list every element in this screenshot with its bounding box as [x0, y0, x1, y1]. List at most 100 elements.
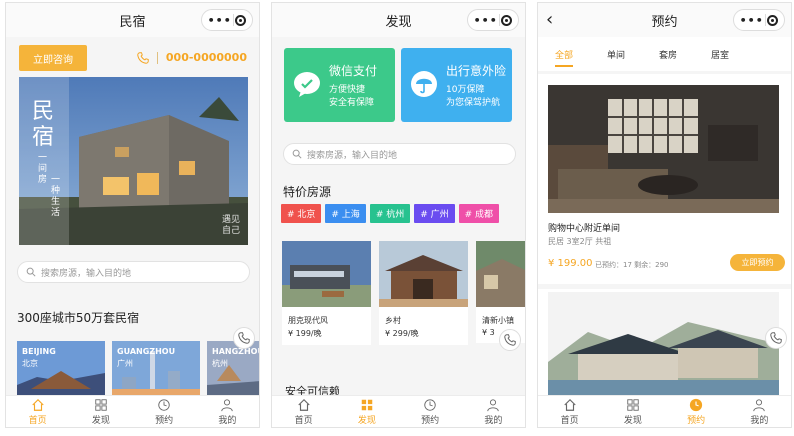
float-call-button[interactable]: [765, 327, 787, 349]
booking-listing[interactable]: 购物中心附近单间 民居 3室2厅 共祖 ¥ 199.00 已预约：17 剩余：2…: [538, 74, 791, 284]
close-circle-icon[interactable]: [767, 14, 779, 26]
home-icon: [31, 398, 44, 411]
hero-stamp: 遇见自己: [221, 215, 240, 236]
home-icon: [297, 398, 310, 411]
screen-discover: 发现 ••• 微信支付 方便快捷 安全有保障 出行意外险 10万保障 为您保驾护…: [271, 2, 526, 428]
tab-bar: 首页 发现 预约 我的: [538, 395, 791, 427]
tab-label: 发现: [357, 415, 376, 426]
tab-label: 首页: [28, 415, 47, 426]
tab-label: 我的: [218, 415, 237, 426]
city-name-zh: 广州: [117, 359, 133, 368]
tab-home[interactable]: 首页: [6, 396, 69, 427]
filter-apartment[interactable]: 居室: [711, 37, 729, 71]
phone-number: 000-0000000: [165, 51, 247, 64]
tab-discover[interactable]: 发现: [335, 396, 398, 427]
listing-card[interactable]: 清新小镇 ¥ 3: [476, 241, 525, 343]
city-card[interactable]: BEIJING 北京: [17, 341, 105, 397]
city-card[interactable]: HANGZHOU 杭州: [207, 341, 260, 397]
grid-icon: [95, 398, 107, 411]
search-input[interactable]: 搜索房源，输入目的地: [17, 261, 250, 283]
back-arrow-icon[interactable]: ‹: [546, 9, 553, 31]
phone-icon: [137, 51, 149, 64]
tag-hangzhou[interactable]: # 杭州: [369, 204, 411, 223]
hero-subtitle-left: 一间房: [38, 153, 48, 185]
tab-label: 发现: [623, 415, 642, 426]
tab-discover[interactable]: 发现: [69, 396, 132, 427]
hotline[interactable]: 000-0000000: [137, 51, 247, 64]
city-tags: # 北京 # 上海 # 杭州 # 广州 # 成都: [281, 204, 503, 223]
city-name-en: HANGZHOU: [212, 347, 260, 356]
tab-home[interactable]: 首页: [538, 396, 601, 427]
more-icon[interactable]: •••: [474, 15, 498, 26]
umbrella-icon: [411, 71, 437, 97]
grid-icon: [627, 398, 639, 411]
promo-wechat-pay[interactable]: 微信支付 方便快捷 安全有保障: [284, 48, 395, 122]
listing-card[interactable]: 乡村 ¥ 299/晚: [379, 241, 468, 345]
section-title: 特价房源: [283, 185, 332, 199]
phone-icon: [770, 332, 782, 344]
tab-bar: 首页 发现 预约 我的: [272, 395, 525, 427]
page-title: 民宿: [119, 14, 146, 30]
close-circle-icon[interactable]: [235, 14, 247, 26]
listing-stats: 已预约：17 剩余：290: [595, 261, 669, 269]
listing-image: [548, 85, 779, 213]
filter-suite[interactable]: 套房: [659, 37, 677, 71]
city-name-en: BEIJING: [22, 347, 56, 356]
filter-all[interactable]: 全部: [555, 37, 574, 71]
tab-booking[interactable]: 预约: [133, 396, 196, 427]
tab-profile[interactable]: 我的: [728, 396, 791, 427]
promo-line2: 安全有保障: [329, 98, 375, 108]
book-now-button[interactable]: 立即预约: [730, 254, 785, 271]
title-bar: ‹ 预约 •••: [538, 3, 791, 37]
tab-label: 预约: [687, 415, 706, 426]
search-placeholder: 搜索房源，输入目的地: [307, 150, 398, 161]
promo-title: 微信支付: [329, 64, 378, 78]
mini-program-capsule[interactable]: •••: [201, 9, 253, 31]
tab-bar: 首页 发现 预约 我的: [6, 395, 259, 427]
listing-image: [476, 241, 525, 307]
tab-profile[interactable]: 我的: [196, 396, 259, 427]
screen-home: 民宿 ••• 立即咨询 000-0000000 民 宿 一间房 一种生活 遇见自…: [5, 2, 260, 428]
close-circle-icon[interactable]: [501, 14, 513, 26]
user-icon: [753, 398, 766, 411]
mini-program-capsule[interactable]: •••: [733, 9, 785, 31]
filter-tabs: 全部 单间 套房 居室: [538, 37, 791, 71]
tab-booking[interactable]: 预约: [399, 396, 462, 427]
consult-button[interactable]: 立即咨询: [19, 45, 87, 71]
capsule-divider: [233, 14, 235, 26]
search-icon: [26, 267, 36, 277]
promo-insurance[interactable]: 出行意外险 10万保障 为您保驾护航: [401, 48, 512, 122]
booking-listing[interactable]: [538, 289, 791, 399]
screen-booking: ‹ 预约 ••• 全部 单间 套房 居室 购物中心附近单间 民居 3室2厅 共祖…: [537, 2, 792, 428]
tab-home[interactable]: 首页: [272, 396, 335, 427]
tab-label: 我的: [484, 415, 503, 426]
more-icon[interactable]: •••: [740, 15, 764, 26]
page-title: 发现: [385, 14, 412, 30]
filter-single-room[interactable]: 单间: [607, 37, 625, 71]
hero-banner[interactable]: 民 宿 一间房 一种生活 遇见自己: [19, 77, 248, 245]
promo-title: 出行意外险: [446, 64, 507, 78]
more-icon[interactable]: •••: [208, 15, 232, 26]
hotline-divider: [156, 51, 158, 64]
tag-chengdu[interactable]: # 成都: [458, 204, 500, 223]
search-input[interactable]: 搜索房源，输入目的地: [283, 143, 516, 165]
float-call-button[interactable]: [233, 327, 255, 349]
tab-discover[interactable]: 发现: [601, 396, 664, 427]
listing-card[interactable]: 朋克现代风 ¥ 199/晚: [282, 241, 371, 345]
clock-icon: [424, 398, 436, 411]
tab-label: 发现: [91, 415, 110, 426]
mini-program-capsule[interactable]: •••: [467, 9, 519, 31]
capsule-divider: [499, 14, 501, 26]
listing-image: [379, 241, 468, 307]
tab-profile[interactable]: 我的: [462, 396, 525, 427]
tag-shanghai[interactable]: # 上海: [325, 204, 366, 223]
tag-guangzhou[interactable]: # 广州: [414, 204, 455, 223]
float-call-button[interactable]: [499, 329, 521, 351]
tag-beijing[interactable]: # 北京: [281, 204, 322, 223]
promo-line1: 方便快捷: [329, 85, 366, 95]
user-icon: [221, 398, 234, 411]
search-icon: [292, 149, 302, 159]
city-card[interactable]: GUANGZHOU 广州: [112, 341, 200, 397]
tab-booking[interactable]: 预约: [665, 396, 728, 427]
tab-label: 我的: [750, 415, 769, 426]
